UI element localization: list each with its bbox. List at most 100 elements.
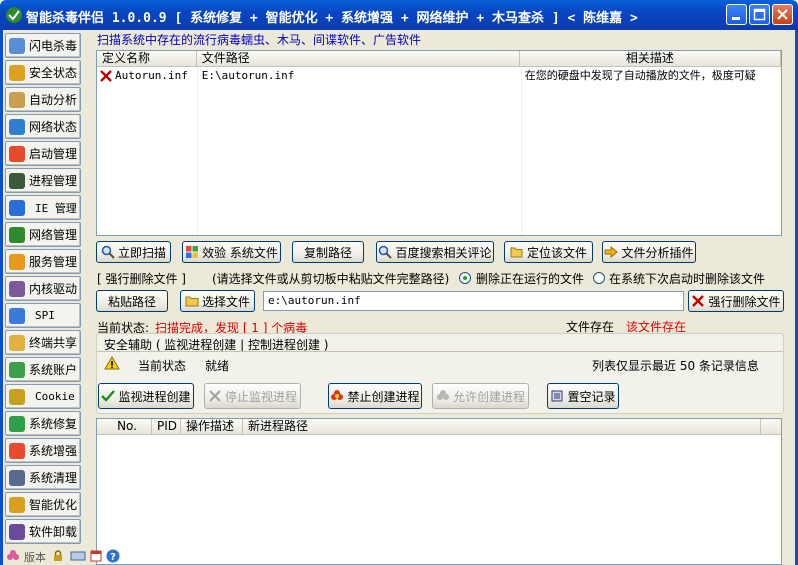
sidebar-item-label: 闪电杀毒 xyxy=(29,39,78,53)
clear-records-button[interactable]: 置空记录 xyxy=(547,383,619,409)
sidebar-item-5[interactable]: 启动管理 xyxy=(5,141,81,166)
results-table[interactable]: 定义名称 文件路径 相关描述 Autorun.inf E:\autorun.in… xyxy=(96,50,782,236)
sidebar-item-label: 系统清理 xyxy=(29,471,78,485)
folder-open-icon xyxy=(510,247,523,258)
window-title: 智能杀毒伴侣 1.0.0.9 [ 系统修复 + 智能优化 + 系统增强 + 网络… xyxy=(26,11,638,26)
help-icon[interactable]: ? xyxy=(106,549,120,563)
stop-monitor-button[interactable]: 停止监视进程 xyxy=(204,383,301,409)
document-icon xyxy=(9,91,25,108)
sidebar-item-label: Cookie xyxy=(35,390,75,403)
table-row[interactable]: Autorun.inf E:\autorun.inf 在您的硬盘中发现了自动播放… xyxy=(97,67,781,85)
col-header-name[interactable]: 定义名称 xyxy=(97,51,197,66)
sidebar-item-13[interactable]: 系统账户 xyxy=(5,357,81,382)
close-button[interactable] xyxy=(772,4,793,25)
sidebar-item-label: 安全状态 xyxy=(29,66,78,80)
force-delete-hint: (请选择文件或从剪切板中粘贴文件完整路径) xyxy=(212,272,450,286)
sidebar-item-label: 终端共享 xyxy=(29,336,78,350)
sidebar-item-label: 服务管理 xyxy=(29,255,78,269)
magnifier-icon xyxy=(101,245,115,259)
paste-path-button[interactable]: 粘贴路径 xyxy=(96,290,168,312)
row-name: Autorun.inf xyxy=(115,69,188,82)
sidebar-item-8[interactable]: 网络管理 xyxy=(5,222,81,247)
copy-path-button[interactable]: 复制路径 xyxy=(292,241,364,263)
scan-button[interactable]: 立即扫描 xyxy=(96,241,171,263)
process-table[interactable]: No. PID 操作描述 新进程路径 xyxy=(96,418,782,565)
radio-delete-on-reboot[interactable] xyxy=(593,272,605,284)
sidebar-item-9[interactable]: 服务管理 xyxy=(5,249,81,274)
sidebar-item-1[interactable]: 闪电杀毒 xyxy=(5,33,81,58)
version-label: 版本 xyxy=(24,551,46,564)
sidebar-item-label: 内核驱动 xyxy=(29,282,78,296)
sidebar-item-19[interactable]: 软件卸载 xyxy=(5,519,81,544)
block-flower-icon xyxy=(331,390,344,400)
sidebar-item-10[interactable]: 内核驱动 xyxy=(5,276,81,301)
radio-delete-running-label[interactable]: 删除正在运行的文件 xyxy=(476,270,584,287)
window-frame-left xyxy=(0,30,3,565)
arrow-right-icon xyxy=(604,245,619,259)
sidebar-item-label: 系统账户 xyxy=(29,363,78,377)
sidebar-item-16[interactable]: 系统增强 xyxy=(5,438,81,463)
col-header-desc[interactable]: 相关描述 xyxy=(520,51,781,66)
block-process-button[interactable]: 禁止创建进程 xyxy=(328,383,422,409)
sidebar-item-12[interactable]: 终端共享 xyxy=(5,330,81,355)
col-header-path[interactable]: 文件路径 xyxy=(197,51,520,66)
verify-system-files-button[interactable]: 效验 系统文件 xyxy=(182,241,281,263)
chip-icon xyxy=(9,280,25,297)
terminal-icon xyxy=(9,172,25,189)
windows-icon xyxy=(186,246,199,258)
radio-delete-on-reboot-label[interactable]: 在系统下次启动时删除该文件 xyxy=(609,270,765,287)
uninstall-icon xyxy=(9,523,25,540)
sidebar-item-label: 智能优化 xyxy=(29,498,78,512)
sidebar-item-17[interactable]: 系统清理 xyxy=(5,465,81,490)
sidebar-item-6[interactable]: 进程管理 xyxy=(5,168,81,193)
folder-share-icon xyxy=(9,334,25,351)
sidebar-item-label: 网络状态 xyxy=(29,120,78,134)
sidebar-item-7[interactable]: IE 管理 xyxy=(5,195,81,220)
radio-delete-running[interactable] xyxy=(459,272,471,284)
maximize-button[interactable] xyxy=(749,4,770,25)
sidebar-item-label: SPI xyxy=(35,309,55,322)
force-delete-title: [ 强行删除文件 ] xyxy=(97,272,186,286)
title-bar[interactable]: 智能杀毒伴侣 1.0.0.9 [ 系统修复 + 智能优化 + 系统增强 + 网络… xyxy=(0,0,798,30)
gear-icon xyxy=(9,253,25,270)
start-monitor-button[interactable]: 监视进程创建 xyxy=(98,383,194,409)
flower-icon xyxy=(7,550,19,560)
sidebar-item-label: 网络管理 xyxy=(29,228,78,242)
ie-icon xyxy=(9,199,25,216)
file-analysis-plugin-button[interactable]: 文件分析插件 xyxy=(602,241,696,263)
scan-hint: 扫描系统中存在的流行病毒蠕虫、木马、间谍软件、广告软件 xyxy=(97,33,422,47)
minimize-icon xyxy=(732,17,740,20)
sidebar-item-4[interactable]: 网络状态 xyxy=(5,114,81,139)
magnifier-icon xyxy=(379,245,393,259)
close-icon xyxy=(777,9,788,20)
force-delete-button[interactable]: 强行删除文件 xyxy=(688,290,784,312)
col-header-desc[interactable]: 操作描述 xyxy=(181,419,243,434)
col-header-new-path[interactable]: 新进程路径 xyxy=(243,419,761,434)
locate-file-button[interactable]: 定位该文件 xyxy=(504,241,593,263)
choose-file-button[interactable]: 选择文件 xyxy=(180,290,255,312)
baidu-search-button[interactable]: 百度搜索相关评论 xyxy=(376,241,494,263)
shield-icon xyxy=(9,64,25,81)
col-header-pid[interactable]: PID xyxy=(152,419,181,434)
sidebar-item-15[interactable]: 系统修复 xyxy=(5,411,81,436)
warning-icon xyxy=(104,356,120,370)
sidebar-item-label: 系统修复 xyxy=(29,417,78,431)
clear-icon xyxy=(551,390,563,402)
virus-x-icon xyxy=(100,70,112,82)
maximize-icon xyxy=(753,8,766,21)
monitor-state-value: 就绪 xyxy=(205,359,230,373)
sidebar-item-18[interactable]: 智能优化 xyxy=(5,492,81,517)
col-header-no[interactable]: No. xyxy=(97,419,152,434)
list-note: 列表仅显示最近 50 条记录信息 xyxy=(592,359,759,373)
sidebar-item-label: IE 管理 xyxy=(35,201,77,215)
sidebar-item-14[interactable]: Cookie xyxy=(5,384,81,409)
allow-flower-icon xyxy=(436,390,449,400)
allow-process-button[interactable]: 允许创建进程 xyxy=(432,383,529,409)
sidebar-item-2[interactable]: 安全状态 xyxy=(5,60,81,85)
globe-icon xyxy=(9,118,25,135)
app-icon xyxy=(6,7,22,23)
file-path-input[interactable]: e:\autorun.inf xyxy=(263,291,684,311)
sidebar-item-11[interactable]: SPI xyxy=(5,303,81,328)
minimize-button[interactable] xyxy=(726,4,747,25)
sidebar-item-3[interactable]: 自动分析 xyxy=(5,87,81,112)
